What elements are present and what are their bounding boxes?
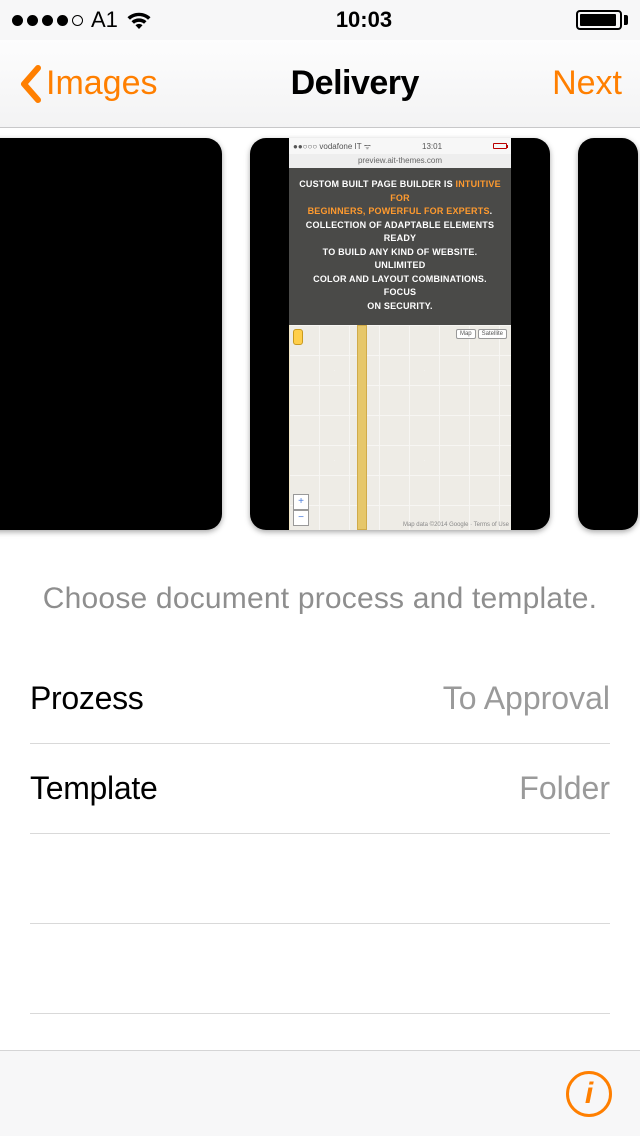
info-icon: i <box>585 1077 593 1111</box>
map-credit: Map data ©2014 Google · Terms of Use <box>403 522 509 528</box>
map-zoom-in: + <box>293 494 309 510</box>
row-empty-1 <box>30 834 610 924</box>
scan-page-next[interactable] <box>578 138 638 530</box>
status-bar: A1 10:03 <box>0 0 640 40</box>
footer-toolbar: i <box>0 1050 640 1136</box>
preview-status-bar: ●●○○○ vodafone IT ᯤ 13:01 <box>289 138 511 154</box>
back-button[interactable]: Images <box>18 64 158 104</box>
status-bar-left: A1 <box>12 7 152 33</box>
scan-preview-strip[interactable]: ●●○○○ vodafone IT ᯤ 13:01 preview.ait-th… <box>0 128 640 540</box>
wifi-icon <box>126 10 152 30</box>
preview-url-bar: preview.ait-themes.com <box>289 154 511 168</box>
row-template-label: Template <box>30 770 157 807</box>
nav-bar: Images Delivery Next <box>0 40 640 128</box>
scan-page-content: ●●○○○ vodafone IT ᯤ 13:01 preview.ait-th… <box>289 138 511 530</box>
map-type-map: Map <box>456 329 476 339</box>
signal-strength-icon <box>12 15 83 26</box>
scan-page-prev[interactable] <box>0 138 222 530</box>
form-area: Choose document process and template. Pr… <box>0 540 640 1014</box>
form-instruction: Choose document process and template. <box>30 540 610 654</box>
preview-hero-text: CUSTOM BUILT PAGE BUILDER IS INTUITIVE F… <box>289 168 511 325</box>
chevron-left-icon <box>18 64 42 104</box>
pegman-icon <box>293 329 303 345</box>
info-button[interactable]: i <box>566 1071 612 1117</box>
row-process-label: Prozess <box>30 680 144 717</box>
next-button[interactable]: Next <box>552 64 622 103</box>
map-zoom-out: − <box>293 510 309 526</box>
page-title: Delivery <box>291 64 419 103</box>
back-button-label: Images <box>46 64 158 103</box>
carrier-label: A1 <box>91 7 118 33</box>
scan-page-current[interactable]: ●●○○○ vodafone IT ᯤ 13:01 preview.ait-th… <box>250 138 550 530</box>
row-empty-2 <box>30 924 610 1014</box>
status-bar-time: 10:03 <box>336 7 392 33</box>
row-template-value: Folder <box>519 770 610 807</box>
map-type-satellite: Satellite <box>478 329 507 339</box>
row-process-value: To Approval <box>443 680 610 717</box>
row-template[interactable]: Template Folder <box>30 744 610 834</box>
row-process[interactable]: Prozess To Approval <box>30 654 610 744</box>
preview-map: Map Satellite + − Map data ©2014 Google … <box>289 325 511 530</box>
battery-icon <box>576 10 628 30</box>
